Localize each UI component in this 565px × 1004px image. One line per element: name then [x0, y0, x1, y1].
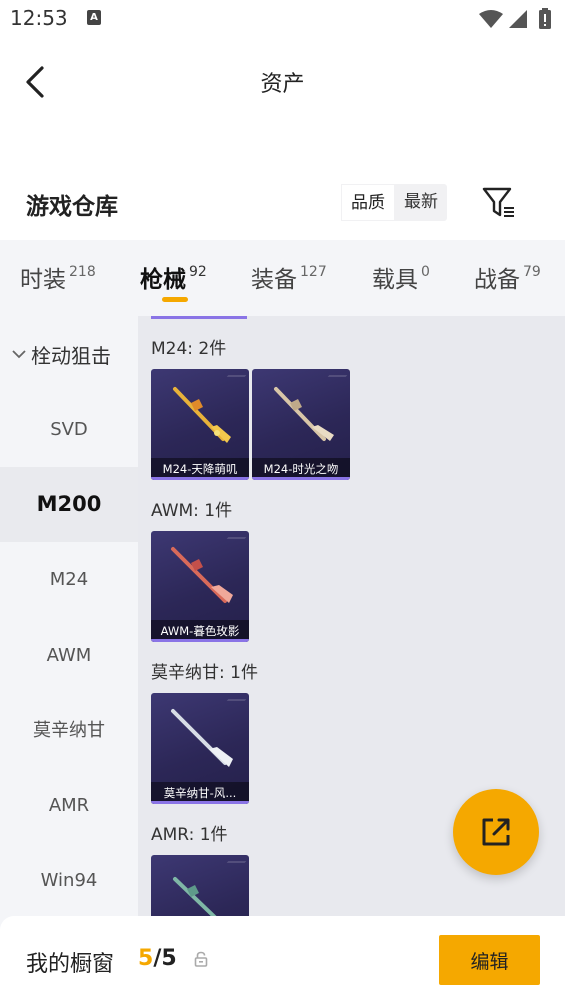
- showcase-bar: 我的橱窗 5/5 编辑: [0, 916, 565, 1004]
- sidebar-item-mosin-nagant[interactable]: 莫辛纳甘: [0, 693, 138, 768]
- weapon-subcategory-sidebar: 栓动狙击 SVD M200 M24 AWM 莫辛纳甘 AMR Win94: [0, 316, 138, 1004]
- sort-option-quality[interactable]: 品质: [341, 184, 395, 221]
- group-title-m24: M24: 2件: [151, 339, 227, 359]
- sniper-rifle-icon: [171, 709, 233, 767]
- tab-label: 枪械: [140, 267, 186, 293]
- status-bar: 12:53 A: [0, 0, 565, 38]
- tab-vehicles[interactable]: 载具 0: [372, 260, 430, 294]
- rarity-bar: [252, 477, 350, 480]
- sidebar-item-awm[interactable]: AWM: [0, 618, 138, 693]
- signal-battery-icon: [479, 8, 551, 29]
- tab-count: 0: [421, 264, 430, 280]
- showcase-label: 我的橱窗: [26, 952, 115, 977]
- tab-count: 79: [523, 264, 541, 280]
- previous-card-edge: [151, 316, 247, 319]
- sniper-rifle-icon: [171, 547, 233, 603]
- sort-toggle: 品质 最新: [341, 184, 447, 221]
- tab-supplies[interactable]: 战备 79: [474, 260, 541, 294]
- showcase-count: 5/5: [138, 946, 177, 971]
- weapon-card[interactable]: [151, 855, 249, 916]
- sort-option-newest[interactable]: 最新: [395, 184, 447, 221]
- sidebar-item-win94[interactable]: Win94: [0, 843, 138, 918]
- edit-button[interactable]: 编辑: [439, 935, 540, 985]
- sniper-rifle-icon: [173, 877, 217, 916]
- sniper-rifle-icon: [173, 387, 231, 443]
- tab-label: 战备: [474, 267, 520, 293]
- sidebar-item-m200[interactable]: M200: [0, 467, 138, 542]
- weapon-card[interactable]: AWM-暮色玫影: [151, 531, 249, 642]
- chevron-down-icon: [12, 350, 26, 359]
- tab-label: 载具: [372, 267, 418, 293]
- tab-count: 218: [69, 264, 96, 280]
- tab-count: 92: [189, 264, 207, 280]
- weapon-card[interactable]: M24-时光之吻: [252, 369, 350, 480]
- share-button[interactable]: [453, 789, 539, 875]
- notification-badge: A: [87, 10, 101, 25]
- sidebar-group-bolt-action[interactable]: 栓动狙击: [0, 316, 138, 392]
- status-time: 12:53: [10, 6, 68, 30]
- tab-equipment[interactable]: 装备 127: [251, 260, 327, 294]
- tab-label: 时装: [20, 267, 66, 293]
- rarity-bar: [151, 801, 249, 804]
- weapon-card[interactable]: M24-天降萌叽: [151, 369, 249, 480]
- showcase-current: 5: [138, 946, 154, 971]
- sidebar-item-m24[interactable]: M24: [0, 542, 138, 617]
- share-icon: [482, 818, 510, 846]
- sidebar-item-amr[interactable]: AMR: [0, 768, 138, 843]
- rarity-bar: [151, 639, 249, 642]
- tab-count: 127: [300, 264, 327, 280]
- rarity-bar: [151, 477, 249, 480]
- sidebar-item-svd[interactable]: SVD: [0, 392, 138, 467]
- showcase-total: 5: [161, 946, 177, 971]
- lock-icon: [194, 951, 208, 967]
- group-title-awm: AWM: 1件: [151, 501, 233, 521]
- group-title-mosin-nagant: 莫辛纳甘: 1件: [151, 663, 258, 683]
- tab-fashion[interactable]: 时装 218: [20, 260, 96, 294]
- filter-button[interactable]: [478, 183, 518, 223]
- tab-label: 装备: [251, 267, 297, 293]
- filter-icon: [482, 187, 514, 217]
- group-title-amr: AMR: 1件: [151, 825, 228, 845]
- tab-firearms[interactable]: 枪械 92: [140, 260, 207, 294]
- weapon-card[interactable]: 莫辛纳甘-风...: [151, 693, 249, 804]
- active-tab-indicator: [162, 297, 188, 302]
- category-tabs: 时装 218 枪械 92 装备 127 载具 0 战备 79: [0, 240, 565, 316]
- sniper-rifle-icon: [274, 387, 334, 441]
- warehouse-title: 游戏仓库: [26, 194, 118, 220]
- page-title: 资产: [260, 72, 305, 97]
- sidebar-group-label: 栓动狙击: [31, 343, 111, 368]
